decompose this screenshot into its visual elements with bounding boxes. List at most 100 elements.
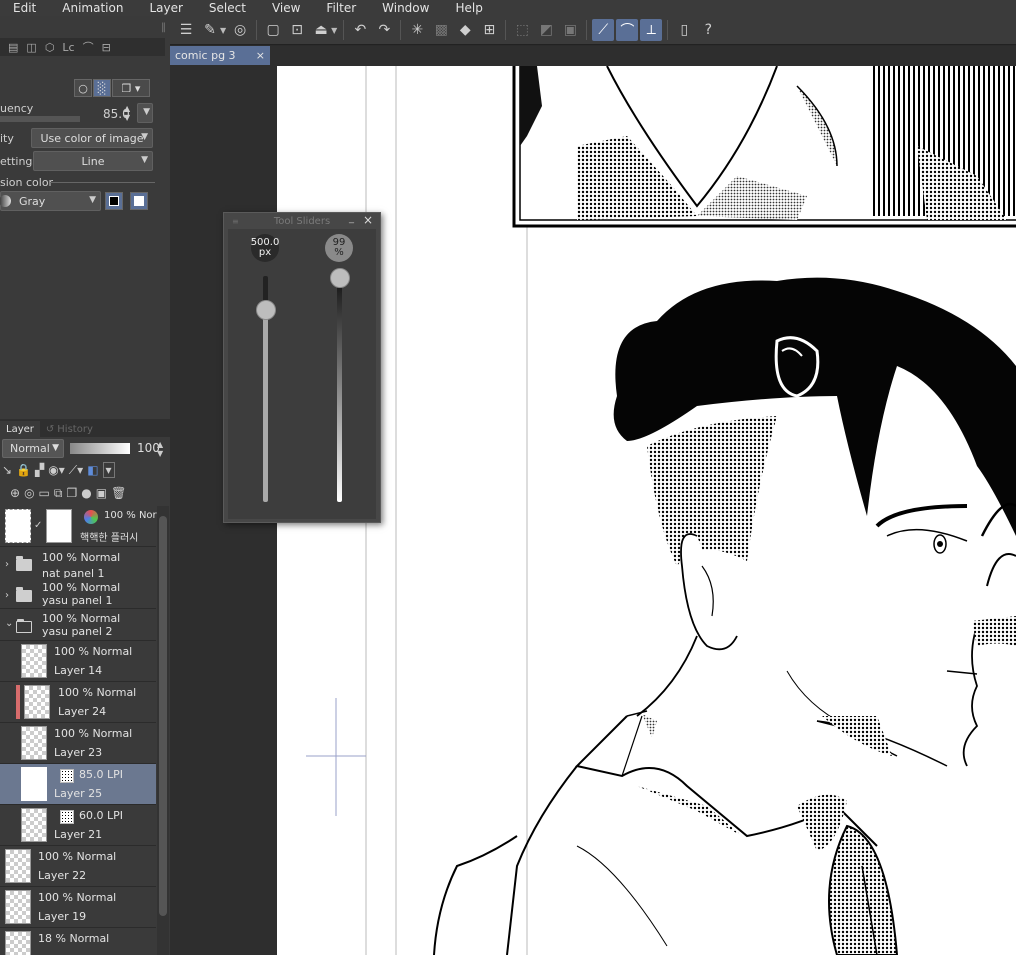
layer-name: Layer 22 [38, 869, 87, 882]
lock-transparent-icon[interactable]: ▞ [35, 463, 44, 477]
chevron-right-icon[interactable]: › [5, 590, 9, 601]
new-folder-icon[interactable]: ▭ [39, 486, 50, 500]
new-raster-layer-icon[interactable]: ⊕ [10, 486, 20, 500]
menu-select[interactable]: Select [196, 1, 259, 15]
tab-layer[interactable]: Layer [0, 421, 40, 437]
transform-icon[interactable]: ⊞ [478, 19, 500, 41]
layer-mask-icon[interactable]: ⊡ [286, 19, 308, 41]
tone-shape-dot[interactable]: ░ [93, 79, 111, 97]
canvas-paper[interactable] [277, 66, 1016, 955]
layer-list-scrollbar[interactable] [157, 506, 169, 955]
layer-row[interactable]: 100 % Normal Layer 14 [0, 641, 156, 682]
delete-layer-icon[interactable]: 🗑 [111, 486, 126, 500]
layer-row[interactable]: 100 % Normal Layer 19 [0, 887, 156, 928]
selection-border-icon[interactable]: ▣ [559, 19, 581, 41]
lock-icon[interactable]: 🔒 [16, 463, 31, 477]
menu-animation[interactable]: Animation [49, 1, 136, 15]
tab-partial-label[interactable]: Lc [62, 41, 74, 54]
close-icon[interactable]: × [363, 213, 373, 227]
tab-icon-3[interactable]: ⬡ [45, 41, 55, 54]
snap-special-ruler-icon[interactable]: ⌒ [616, 19, 639, 41]
layer-row[interactable]: 100 % Normal Layer 23 [0, 723, 156, 764]
frequency-slider[interactable] [0, 116, 80, 122]
menu-edit[interactable]: Edit [0, 1, 49, 15]
tab-icon-2[interactable]: ◫ [26, 41, 36, 54]
blend-mode-select[interactable]: Normal ▼ [2, 439, 64, 458]
panel-grip-icon[interactable]: ‖ [161, 22, 166, 33]
settings-select[interactable]: Line ▼ [33, 151, 153, 171]
opacity-track[interactable] [337, 276, 342, 502]
apply-mask-icon[interactable]: ▣ [96, 486, 107, 500]
opacity-stepper[interactable]: ▲ ▼ [157, 440, 163, 458]
fill-icon[interactable]: ⏏ [310, 19, 332, 41]
tool-sliders-palette[interactable]: ≡ Tool Sliders _ × 500.0 px 99 % [223, 212, 381, 523]
layer-color-dropdown[interactable]: ▾ [102, 462, 115, 478]
opacity-slider-knob[interactable] [330, 268, 350, 289]
clear-icon[interactable]: ▩ [430, 19, 452, 41]
document-tab[interactable]: comic pg 3 × [170, 46, 270, 65]
layer-row-selected[interactable]: 85.0 LPI Layer 25 [0, 764, 156, 805]
menu-layer[interactable]: Layer [136, 1, 195, 15]
scrollbar-thumb[interactable] [159, 516, 167, 916]
layer-row[interactable]: 18 % Normal [0, 928, 156, 955]
layer-row[interactable]: › 100 % Normal yasu panel 1 [0, 578, 156, 609]
frequency-stepper[interactable]: ▲ ▼ [124, 104, 130, 122]
tone-shape-dropdown[interactable]: ❐ ▾ [112, 79, 150, 97]
close-icon[interactable]: × [256, 49, 265, 62]
merge-down-icon[interactable]: ⧉ [54, 486, 63, 501]
layer-info: 100 % Normal [38, 850, 117, 863]
tone-shape-circle[interactable]: ○ [74, 79, 92, 97]
duplicate-layer-icon[interactable]: ❐ [66, 486, 77, 500]
menu-window[interactable]: Window [369, 1, 442, 15]
menu-icon[interactable]: ☰ [175, 19, 197, 41]
layer-row[interactable]: 100 % Normal Layer 22 [0, 846, 156, 887]
expression-color-select[interactable]: Gray ▼ [0, 191, 101, 211]
new-vector-layer-icon[interactable]: ◎ [24, 486, 34, 500]
chevron-down-icon[interactable]: ⌄ [5, 618, 13, 629]
loading-icon[interactable]: ✳ [406, 19, 428, 41]
chevron-right-icon[interactable]: › [5, 559, 9, 570]
spiral-icon[interactable]: ◎ [229, 19, 251, 41]
brush-size-fill [263, 309, 268, 502]
frequency-dropdown[interactable]: ▼ [137, 103, 153, 123]
brush-size-badge: 500.0 px [251, 234, 279, 262]
chevron-down-icon[interactable]: ▼ [220, 26, 226, 35]
tab-history[interactable]: ↺ History [40, 421, 99, 437]
tab-icon-1[interactable]: ▤ [8, 41, 18, 54]
layer-row[interactable]: ✓ 100 % Nor 핵핵한 플러시 [0, 506, 157, 547]
tool-property-tabs: ▤ ◫ ⬡ Lc ⌒ ⊟ [0, 38, 165, 56]
chevron-down-icon[interactable]: ▼ [331, 26, 337, 35]
deselect-icon[interactable]: ⬚ [511, 19, 533, 41]
snap-ruler-icon[interactable]: ⟋ [592, 19, 615, 41]
ruler-icon[interactable]: ⟋▾ [69, 463, 83, 478]
undo-icon[interactable]: ↶ [349, 19, 371, 41]
fill-selection-icon[interactable]: ◆ [454, 19, 476, 41]
menu-filter[interactable]: Filter [313, 1, 369, 15]
help-icon[interactable]: ? [697, 19, 719, 41]
redo-icon[interactable]: ↷ [373, 19, 395, 41]
density-select[interactable]: Use color of image ▼ [31, 128, 153, 148]
device-icon[interactable]: ▯ [673, 19, 695, 41]
layer-row[interactable]: ⌄ 100 % Normal yasu panel 2 [0, 609, 156, 641]
layer-color-icon[interactable]: ◧ [87, 463, 98, 477]
menu-help[interactable]: Help [442, 1, 495, 15]
new-layer-icon[interactable]: ▢ [262, 19, 284, 41]
layer-row[interactable]: 100 % Normal Layer 24 [0, 682, 156, 723]
main-color-swatch[interactable] [105, 192, 123, 210]
clip-icon[interactable]: ↘ [2, 463, 12, 477]
snap-grid-icon[interactable]: ⟂ [640, 19, 663, 41]
reference-icon[interactable]: ◉▾ [48, 463, 65, 477]
invert-selection-icon[interactable]: ◩ [535, 19, 557, 41]
layer-name: 핵핵한 플러시 [80, 533, 139, 544]
minimize-icon[interactable]: _ [349, 213, 354, 224]
brush-size-slider-knob[interactable] [256, 299, 276, 320]
layer-row[interactable]: 60.0 LPI Layer 21 [0, 805, 156, 846]
pen-icon[interactable]: ✎ [199, 19, 221, 41]
tab-icon-4[interactable]: ⌒ [83, 39, 94, 55]
sub-color-swatch[interactable] [130, 192, 148, 210]
tab-icon-5[interactable]: ⊟ [102, 41, 111, 54]
layer-mask-icon[interactable]: ● [81, 486, 91, 500]
chevron-down-icon: ▼ [52, 443, 59, 453]
menu-view[interactable]: View [259, 1, 313, 15]
layer-opacity-slider[interactable] [70, 443, 130, 454]
